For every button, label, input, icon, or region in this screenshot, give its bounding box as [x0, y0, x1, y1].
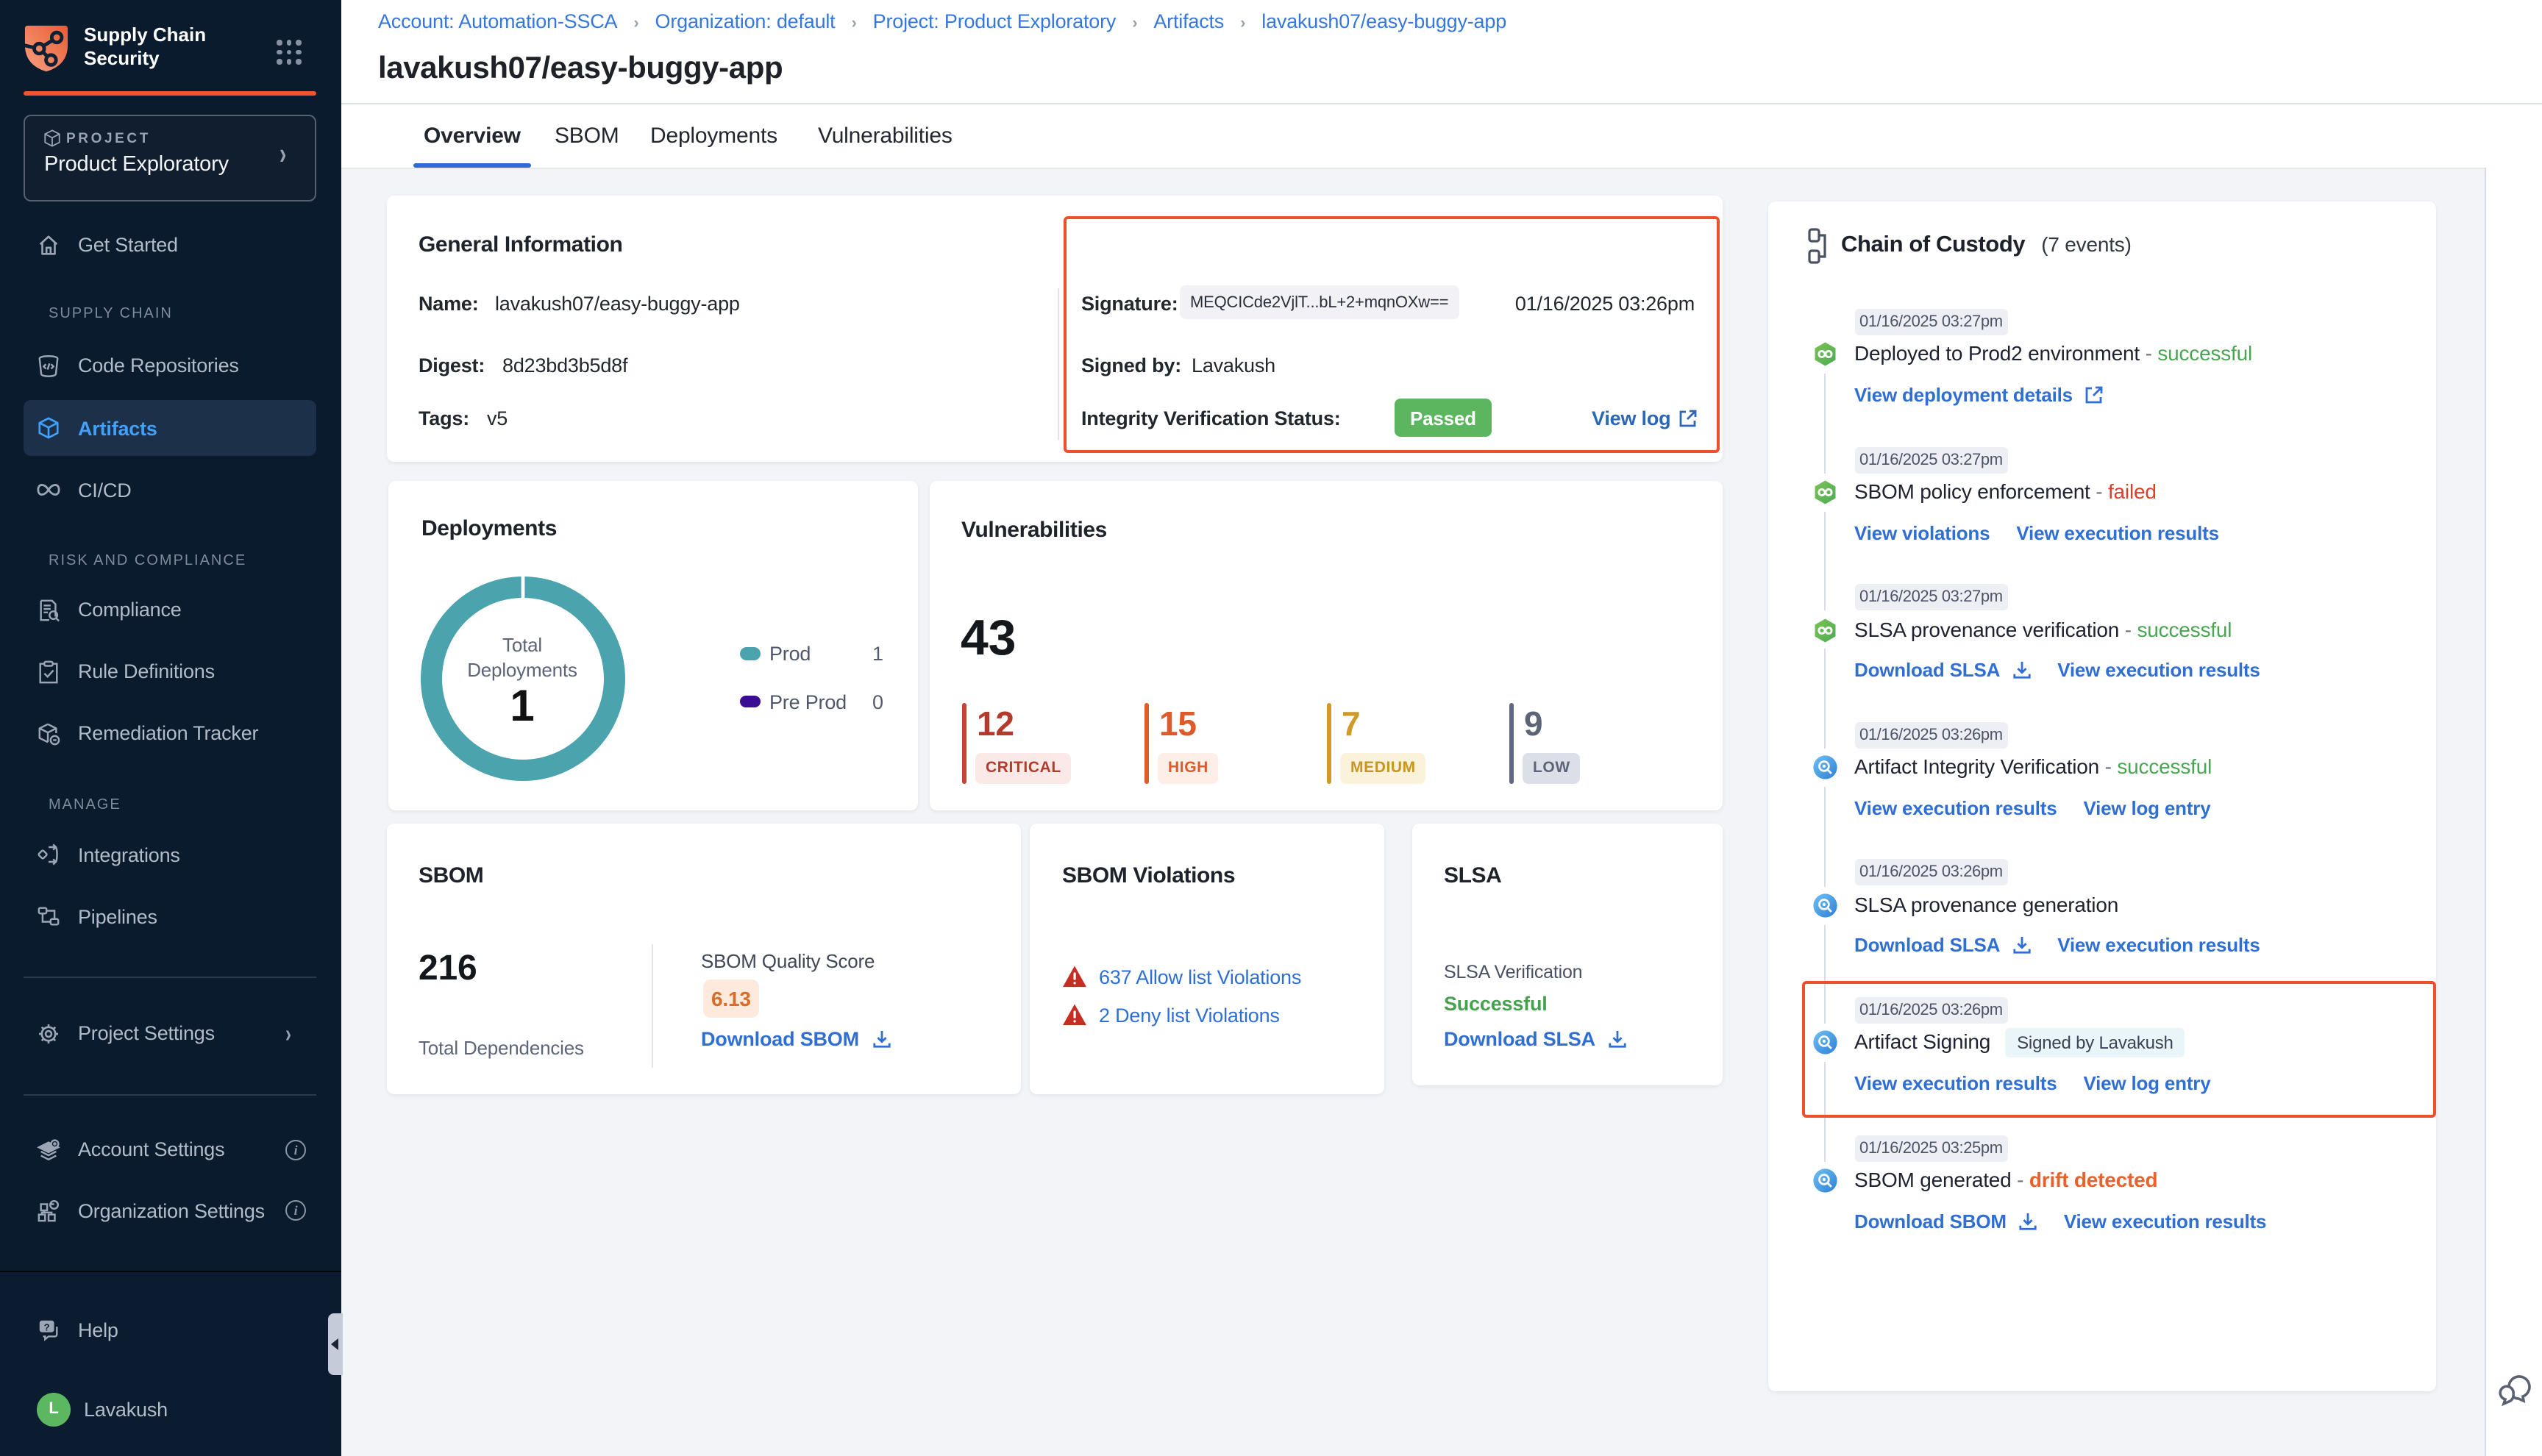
svg-text:?: ?: [44, 1321, 50, 1332]
